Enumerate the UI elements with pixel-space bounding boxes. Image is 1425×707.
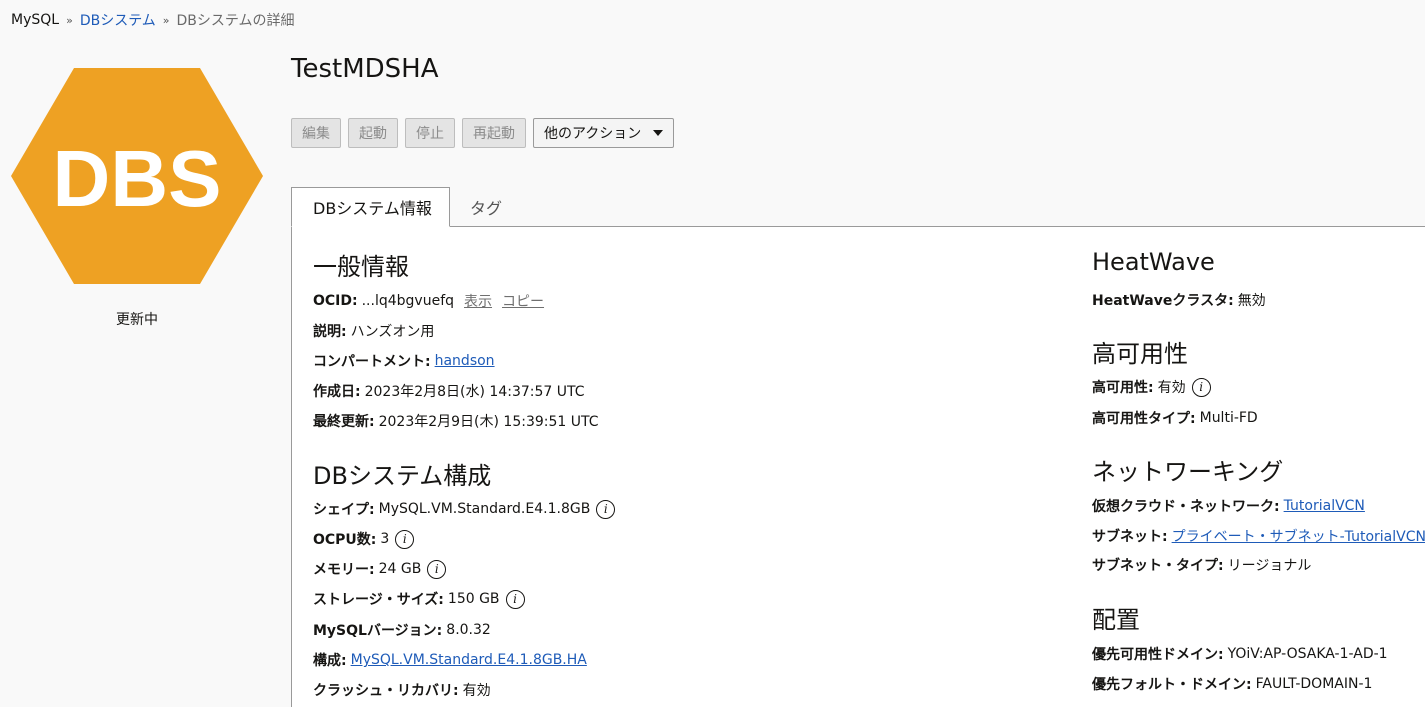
crash-recovery-label: クラッシュ・リカバリ: bbox=[313, 683, 459, 699]
description-value: ハンズオン用 bbox=[350, 324, 435, 340]
compartment-field: コンパートメント: handson bbox=[313, 351, 495, 371]
caret-down-icon bbox=[653, 130, 664, 136]
high-availability-label: 高可用性: bbox=[1092, 380, 1154, 396]
subnet-field: サブネット: プライベート・サブネット-TutorialVCN bbox=[1092, 526, 1425, 546]
high-availability-value: 有効 bbox=[1157, 380, 1186, 396]
subnet-type-value: リージョナル bbox=[1227, 558, 1312, 574]
updated-label: 最終更新: bbox=[313, 414, 375, 430]
networking-heading: ネットワーキング bbox=[1092, 458, 1284, 486]
general-info-heading: 一般情報 bbox=[313, 253, 409, 281]
ocpu-value: 3 bbox=[380, 531, 390, 547]
created-label: 作成日: bbox=[313, 384, 361, 400]
heatwave-cluster-value: 無効 bbox=[1237, 293, 1266, 309]
mysql-version-label: MySQLバージョン: bbox=[313, 623, 443, 639]
shape-field: シェイプ: MySQL.VM.Standard.E4.1.8GB i bbox=[313, 499, 616, 519]
subnet-type-label: サブネット・タイプ: bbox=[1092, 558, 1224, 574]
tab-tags[interactable]: タグ bbox=[470, 187, 502, 227]
edit-button[interactable]: 編集 bbox=[291, 118, 341, 148]
ocpu-label: OCPU数: bbox=[313, 532, 377, 548]
compartment-link[interactable]: handson bbox=[435, 353, 495, 369]
storage-field: ストレージ・サイズ: 150 GB i bbox=[313, 589, 525, 609]
tab-db-system-info-label: DBシステム情報 bbox=[313, 199, 432, 218]
breadcrumb-db-systems-link[interactable]: DBシステム bbox=[80, 10, 156, 30]
vcn-link[interactable]: TutorialVCN bbox=[1284, 498, 1365, 514]
updated-value: 2023年2月9日(木) 15:39:51 UTC bbox=[378, 414, 599, 430]
subnet-link[interactable]: プライベート・サブネット-TutorialVCN bbox=[1172, 526, 1425, 546]
placement-heading: 配置 bbox=[1092, 606, 1140, 634]
heatwave-cluster-field: HeatWaveクラスタ: 無効 bbox=[1092, 290, 1266, 310]
more-actions-button[interactable]: 他のアクション bbox=[533, 118, 675, 148]
updated-field: 最終更新: 2023年2月9日(木) 15:39:51 UTC bbox=[313, 411, 599, 431]
breadcrumb-separator-icon: » bbox=[162, 13, 170, 27]
availability-domain-value: YOiV:AP-OSAKA-1-AD-1 bbox=[1227, 646, 1388, 662]
page-title: TestMDSHA bbox=[291, 54, 439, 84]
tab-tags-label: タグ bbox=[470, 199, 503, 218]
ocid-show-link[interactable]: 表示 bbox=[464, 291, 492, 311]
mysql-version-field: MySQLバージョン: 8.0.32 bbox=[313, 620, 491, 640]
lifecycle-status: 更新中 bbox=[116, 312, 158, 328]
crash-recovery-value: 有効 bbox=[462, 683, 491, 699]
info-icon[interactable]: i bbox=[395, 529, 415, 549]
breadcrumb-current: DBシステムの詳細 bbox=[176, 13, 295, 29]
tab-db-system-info[interactable]: DBシステム情報 bbox=[291, 187, 450, 227]
configuration-field: 構成: MySQL.VM.Standard.E4.1.8GB.HA bbox=[313, 650, 587, 670]
info-icon[interactable]: i bbox=[427, 559, 447, 579]
more-actions-label: 他のアクション bbox=[544, 126, 642, 142]
breadcrumb-root[interactable]: MySQL bbox=[11, 12, 59, 28]
fault-domain-field: 優先フォルト・ドメイン: FAULT-DOMAIN-1 bbox=[1092, 674, 1372, 694]
memory-label: メモリー: bbox=[313, 562, 375, 578]
mysql-version-value: 8.0.32 bbox=[446, 622, 491, 638]
created-value: 2023年2月8日(水) 14:37:57 UTC bbox=[364, 384, 585, 400]
start-button[interactable]: 起動 bbox=[348, 118, 398, 148]
subnet-type-field: サブネット・タイプ: リージョナル bbox=[1092, 555, 1311, 575]
vcn-label: 仮想クラウド・ネットワーク: bbox=[1092, 499, 1280, 515]
vcn-field: 仮想クラウド・ネットワーク: TutorialVCN bbox=[1092, 496, 1365, 516]
heatwave-cluster-label: HeatWaveクラスタ: bbox=[1092, 293, 1234, 309]
configuration-link[interactable]: MySQL.VM.Standard.E4.1.8GB.HA bbox=[351, 652, 587, 668]
ocid-copy-link[interactable]: コピー bbox=[502, 291, 544, 311]
breadcrumb: MySQL » DBシステム » DBシステムの詳細 bbox=[11, 10, 294, 30]
availability-domain-label: 優先可用性ドメイン: bbox=[1092, 647, 1224, 663]
fault-domain-value: FAULT-DOMAIN-1 bbox=[1255, 676, 1373, 692]
info-icon[interactable]: i bbox=[1191, 377, 1211, 397]
info-icon[interactable]: i bbox=[596, 499, 616, 519]
hexagon-label: DBS bbox=[53, 134, 222, 223]
action-toolbar: 編集 起動 停止 再起動 他のアクション bbox=[291, 118, 675, 148]
description-field: 説明: ハンズオン用 bbox=[313, 321, 434, 341]
memory-value: 24 GB bbox=[378, 561, 422, 577]
compartment-label: コンパートメント: bbox=[313, 354, 431, 370]
memory-field: メモリー: 24 GB i bbox=[313, 559, 447, 579]
ocid-label: OCID: bbox=[313, 293, 358, 309]
high-availability-heading: 高可用性 bbox=[1092, 340, 1188, 368]
subnet-label: サブネット: bbox=[1092, 529, 1168, 545]
heatwave-heading: HeatWave bbox=[1092, 248, 1215, 276]
availability-domain-field: 優先可用性ドメイン: YOiV:AP-OSAKA-1-AD-1 bbox=[1092, 644, 1388, 664]
high-availability-type-value: Multi-FD bbox=[1199, 410, 1258, 426]
shape-value: MySQL.VM.Standard.E4.1.8GB bbox=[378, 501, 591, 517]
ocid-value: ...lq4bgvuefq bbox=[361, 293, 455, 309]
db-config-heading: DBシステム構成 bbox=[313, 462, 492, 490]
high-availability-type-field: 高可用性タイプ: Multi-FD bbox=[1092, 408, 1258, 428]
shape-label: シェイプ: bbox=[313, 502, 375, 518]
restart-button[interactable]: 再起動 bbox=[462, 118, 526, 148]
ocid-field: OCID: ...lq4bgvuefq 表示 コピー bbox=[313, 291, 544, 311]
info-icon[interactable]: i bbox=[505, 589, 525, 609]
crash-recovery-field: クラッシュ・リカバリ: 有効 bbox=[313, 680, 491, 700]
configuration-label: 構成: bbox=[313, 653, 347, 669]
high-availability-field: 高可用性: 有効 i bbox=[1092, 377, 1211, 397]
stop-button[interactable]: 停止 bbox=[405, 118, 455, 148]
db-system-hexagon-icon: DBS bbox=[11, 68, 263, 284]
breadcrumb-separator-icon: » bbox=[66, 13, 73, 27]
high-availability-type-label: 高可用性タイプ: bbox=[1092, 411, 1196, 427]
created-field: 作成日: 2023年2月8日(水) 14:37:57 UTC bbox=[313, 381, 585, 401]
description-label: 説明: bbox=[313, 324, 347, 340]
storage-value: 150 GB bbox=[447, 591, 500, 607]
storage-label: ストレージ・サイズ: bbox=[313, 592, 444, 608]
ocpu-field: OCPU数: 3 i bbox=[313, 529, 415, 549]
fault-domain-label: 優先フォルト・ドメイン: bbox=[1092, 677, 1252, 693]
info-panel: 一般情報 OCID: ...lq4bgvuefq 表示 コピー 説明: ハンズオ… bbox=[291, 227, 1425, 707]
